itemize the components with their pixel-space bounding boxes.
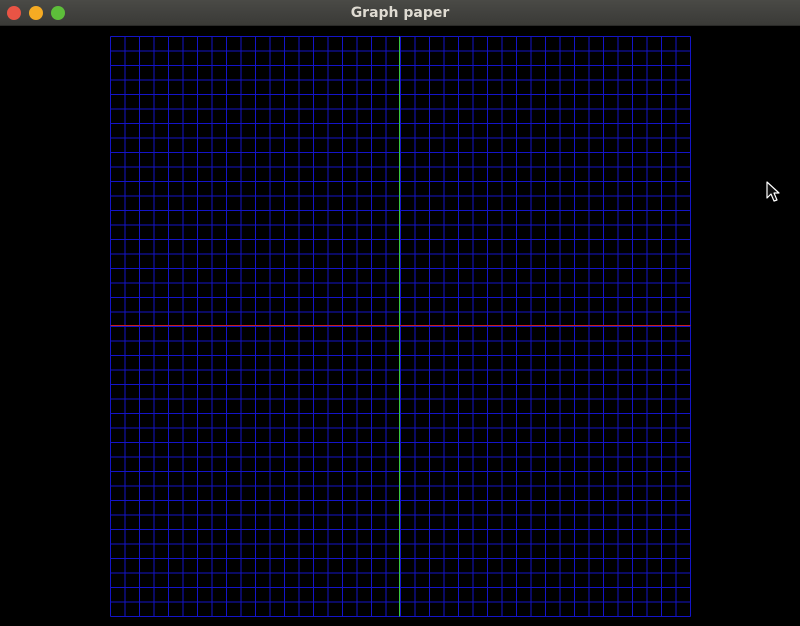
graph-canvas[interactable] <box>0 26 800 626</box>
title-bar[interactable]: Graph paper <box>0 0 800 26</box>
app-window: Graph paper <box>0 0 800 626</box>
mouse-cursor-icon <box>766 181 780 202</box>
graph-paper <box>110 36 691 617</box>
window-title: Graph paper <box>350 5 450 21</box>
grid-lines <box>110 36 691 617</box>
